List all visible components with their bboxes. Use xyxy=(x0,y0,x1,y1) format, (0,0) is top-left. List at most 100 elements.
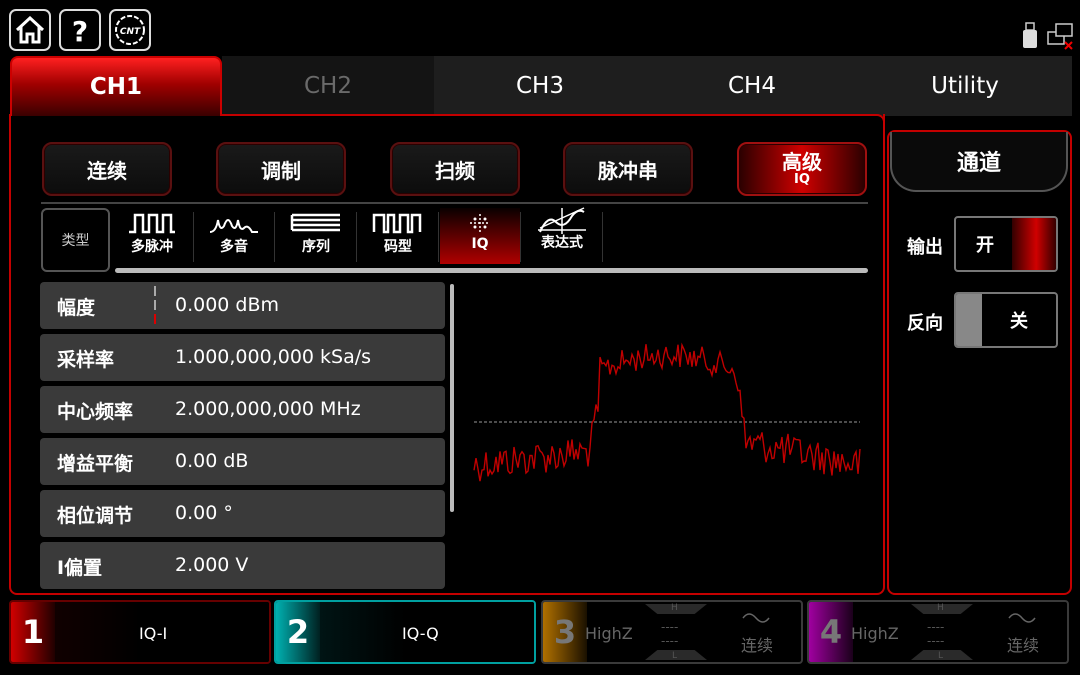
waveform-label: 表达式 xyxy=(541,235,583,251)
mode-sweep-button[interactable]: 扫频 xyxy=(390,142,520,196)
tab-ch3[interactable]: CH3 xyxy=(434,56,646,116)
iq-icon xyxy=(470,214,490,232)
home-icon xyxy=(15,16,45,44)
param-label: 相位调节 xyxy=(57,505,134,527)
channel-3-status[interactable]: 3 HighZ H ---- ---- L 连续 xyxy=(541,600,803,664)
cnt-button[interactable]: CNT xyxy=(109,9,151,51)
divider xyxy=(356,212,357,262)
invert-toggle[interactable]: 关 xyxy=(954,292,1058,348)
param-scrollbar[interactable] xyxy=(450,284,454,512)
param-phase-adjust[interactable]: 相位调节 0.00 ° xyxy=(40,490,445,537)
waveform-multitone[interactable]: 多音 xyxy=(194,208,274,264)
cnt-logo-icon: CNT xyxy=(115,15,145,45)
param-value: 2.000,000,000 MHz xyxy=(175,398,361,420)
tab-ch4[interactable]: CH4 xyxy=(646,56,858,116)
channel-2-status[interactable]: 2 IQ-Q xyxy=(274,600,536,664)
cursor-marker xyxy=(154,300,156,310)
multitone-icon xyxy=(209,219,258,233)
multipulse-icon xyxy=(129,213,175,234)
sequence-icon xyxy=(290,213,340,232)
param-label: 采样率 xyxy=(57,349,115,371)
home-button[interactable] xyxy=(9,9,51,51)
help-button[interactable]: ? xyxy=(59,9,101,51)
channel-1-status[interactable]: 1 IQ-I xyxy=(9,600,271,664)
channel-number: 1 xyxy=(11,602,55,662)
mode-continuous-button[interactable]: 连续 xyxy=(42,142,172,196)
tab-ch2[interactable]: CH2 xyxy=(222,56,434,116)
output-toggle[interactable]: 开 xyxy=(954,216,1058,272)
usb-icon xyxy=(1023,22,1037,48)
cursor-marker xyxy=(154,286,156,296)
help-icon: ? xyxy=(72,15,88,46)
network-icon xyxy=(1047,23,1073,50)
main-panel-border xyxy=(220,114,885,132)
channel-high-marker: H xyxy=(671,603,678,613)
param-value: 0.00 ° xyxy=(175,502,233,524)
channel-high-marker: H xyxy=(937,603,944,613)
channel-label: IQ-Q xyxy=(402,624,439,643)
divider xyxy=(41,202,868,204)
sine-icon xyxy=(742,613,770,623)
invert-toggle-knob xyxy=(956,294,982,346)
tab-ch1[interactable]: CH1 xyxy=(10,56,222,116)
channel-low-marker: L xyxy=(672,651,678,661)
waveform-sequence[interactable]: 序列 xyxy=(276,208,356,264)
divider xyxy=(602,212,603,262)
mode-modulation-button[interactable]: 调制 xyxy=(216,142,346,196)
channel-panel-title: 通道 xyxy=(890,132,1068,192)
param-value: 0.000 dBm xyxy=(175,294,280,316)
mode-advanced-sub: IQ xyxy=(794,171,810,187)
waveform-label: 序列 xyxy=(302,239,330,255)
channel-number: 3 xyxy=(543,602,587,662)
channel-dash: ---- xyxy=(661,620,679,634)
divider xyxy=(520,212,521,262)
channel-impedance: HighZ xyxy=(585,624,633,643)
channel-mode: 连续 xyxy=(1007,636,1040,655)
channel-low-marker: L xyxy=(938,651,944,661)
channel-impedance: HighZ xyxy=(851,624,899,643)
waveform-label: 多脉冲 xyxy=(131,239,173,255)
cursor-marker xyxy=(154,314,156,324)
channel-number: 2 xyxy=(276,602,320,662)
param-sample-rate[interactable]: 采样率 1.000,000,000 kSa/s xyxy=(40,334,445,381)
param-amplitude[interactable]: 幅度 0.000 dBm xyxy=(40,282,445,329)
waveform-iq[interactable]: IQ xyxy=(440,208,520,264)
mode-advanced-button[interactable]: 高级 IQ xyxy=(737,142,867,196)
divider xyxy=(274,212,275,262)
waveform-multipulse[interactable]: 多脉冲 xyxy=(112,208,192,264)
channel-dash: ---- xyxy=(661,634,679,648)
channel-dash: ---- xyxy=(927,634,945,648)
waveform-label: 多音 xyxy=(220,239,248,255)
param-label: I偏置 xyxy=(57,557,103,579)
param-i-offset[interactable]: I偏置 2.000 V xyxy=(40,542,445,589)
waveform-expression[interactable]: 表达式 xyxy=(522,207,602,264)
svg-text:CNT: CNT xyxy=(120,27,141,37)
channel-number: 4 xyxy=(809,602,853,662)
param-gain-balance[interactable]: 增益平衡 0.00 dB xyxy=(40,438,445,485)
invert-toggle-value: 关 xyxy=(1010,311,1028,332)
waveform-label: IQ xyxy=(471,236,489,252)
mode-burst-button[interactable]: 脉冲串 xyxy=(563,142,693,196)
channel-4-status[interactable]: 4 HighZ H ---- ---- L 连续 xyxy=(807,600,1069,664)
param-value: 1.000,000,000 kSa/s xyxy=(175,346,372,368)
output-label: 输出 xyxy=(907,237,943,258)
tab-utility[interactable]: Utility xyxy=(858,56,1072,116)
channel-mode: 连续 xyxy=(741,636,774,655)
type-label: 类型 xyxy=(41,208,110,272)
pattern-icon xyxy=(372,213,422,234)
svg-text:?: ? xyxy=(72,15,88,46)
mode-advanced-label: 高级 xyxy=(782,149,822,174)
output-toggle-knob xyxy=(1012,218,1056,270)
param-label: 增益平衡 xyxy=(57,453,134,475)
param-value: 2.000 V xyxy=(175,554,249,576)
waveform-label: 码型 xyxy=(384,239,412,255)
param-label: 中心频率 xyxy=(57,401,134,423)
waveform-pattern[interactable]: 码型 xyxy=(358,208,438,264)
channel-label: IQ-I xyxy=(139,624,168,643)
param-center-frequency[interactable]: 中心频率 2.000,000,000 MHz xyxy=(40,386,445,433)
spectrum-trace xyxy=(473,342,861,482)
divider xyxy=(438,212,439,262)
iq-spectrum-preview xyxy=(473,342,861,482)
channel-panel xyxy=(887,130,1072,595)
waveform-scrollbar[interactable] xyxy=(115,268,868,273)
